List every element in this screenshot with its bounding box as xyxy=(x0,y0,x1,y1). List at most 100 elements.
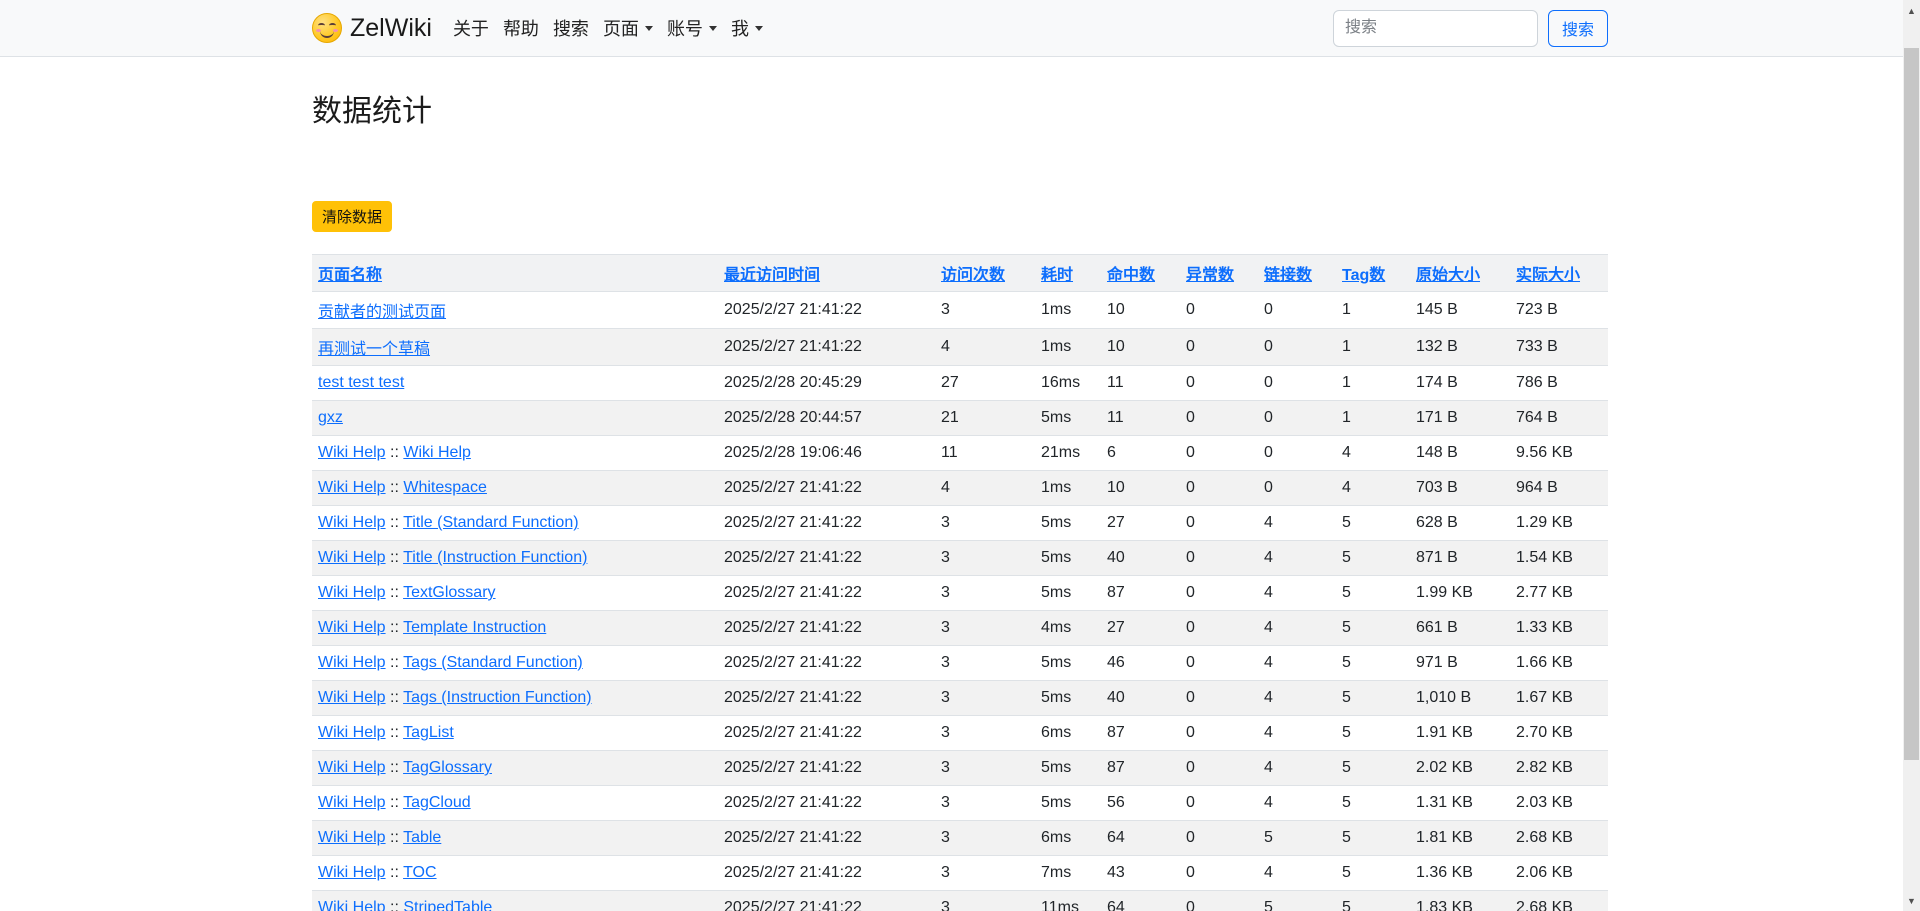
nav-item-4[interactable]: 账号 xyxy=(660,7,724,49)
navbar-links: 关于帮助搜索页面账号我 xyxy=(446,7,770,49)
stat-cell: 3 xyxy=(935,891,1035,911)
stat-cell: 628 B xyxy=(1410,506,1510,541)
page-link[interactable]: Whitespace xyxy=(403,479,487,496)
stat-cell: 10 xyxy=(1101,292,1180,329)
page-link[interactable]: TagCloud xyxy=(403,794,471,811)
page-link[interactable]: gxz xyxy=(318,409,343,426)
nav-item-0[interactable]: 关于 xyxy=(446,7,496,49)
stat-cell: 87 xyxy=(1101,576,1180,611)
statistics-table: 页面名称 最近访问时间 访问次数 耗时 命中数 异常数 链接数 Tag数 原始大小 实际大小 贡献… xyxy=(312,254,1608,911)
page-link[interactable]: Wiki Help xyxy=(318,654,386,671)
page-link[interactable]: Wiki Help xyxy=(318,899,386,911)
column-header-3: 耗时 xyxy=(1035,255,1101,292)
page-link[interactable]: TOC xyxy=(403,864,436,881)
page-link[interactable]: Wiki Help xyxy=(318,444,386,461)
stat-cell: 3 xyxy=(935,716,1035,751)
column-header-2: 访问次数 xyxy=(935,255,1035,292)
stat-cell: 4 xyxy=(935,471,1035,506)
stat-cell: 764 B xyxy=(1510,401,1608,436)
page-link[interactable]: Wiki Help xyxy=(318,829,386,846)
stat-cell: 5 xyxy=(1258,891,1336,911)
sort-link[interactable]: Tag数 xyxy=(1342,267,1385,284)
table-row: Wiki Help :: Whitespace2025/2/27 21:41:2… xyxy=(312,471,1608,506)
page-link[interactable]: Wiki Help xyxy=(318,619,386,636)
nav-item-5[interactable]: 我 xyxy=(724,7,770,49)
brand[interactable]: ZelWiki xyxy=(312,13,432,43)
page-link[interactable]: Template Instruction xyxy=(403,619,546,636)
navbar-search-form: 搜索 xyxy=(1333,10,1608,47)
sort-link[interactable]: 页面名称 xyxy=(318,267,382,284)
stat-cell: 3 xyxy=(935,541,1035,576)
stat-cell: 11 xyxy=(1101,401,1180,436)
page-link[interactable]: Wiki Help xyxy=(318,584,386,601)
page-link[interactable]: Wiki Help xyxy=(318,794,386,811)
page-link[interactable]: Wiki Help xyxy=(318,549,386,566)
page-link[interactable]: Title (Instruction Function) xyxy=(403,549,587,566)
page-link[interactable]: TagGlossary xyxy=(403,759,492,776)
page-link[interactable]: StripedTable xyxy=(403,899,492,911)
stat-cell: 3 xyxy=(935,576,1035,611)
stat-cell: 3 xyxy=(935,751,1035,786)
page-link[interactable]: Wiki Help xyxy=(318,514,386,531)
table-row: Wiki Help :: Tags (Standard Function)202… xyxy=(312,646,1608,681)
stat-cell: 2.68 KB xyxy=(1510,821,1608,856)
page-name-cell: 贡献者的测试页面 xyxy=(312,292,718,329)
page-link[interactable]: Wiki Help xyxy=(318,724,386,741)
stat-cell: 132 B xyxy=(1410,329,1510,366)
page-link[interactable]: TagList xyxy=(403,724,454,741)
nav-item-3[interactable]: 页面 xyxy=(596,7,660,49)
page-link[interactable]: Wiki Help xyxy=(403,444,471,461)
scroll-up-icon[interactable]: ▲ xyxy=(1903,2,1920,19)
scrollbar-thumb[interactable] xyxy=(1904,48,1919,760)
name-separator: :: xyxy=(386,549,404,566)
name-separator: :: xyxy=(386,794,404,811)
page-link[interactable]: Wiki Help xyxy=(318,759,386,776)
sort-link[interactable]: 最近访问时间 xyxy=(724,267,820,284)
search-button[interactable]: 搜索 xyxy=(1548,10,1608,47)
sort-link[interactable]: 命中数 xyxy=(1107,267,1155,284)
name-separator: :: xyxy=(386,584,404,601)
page-link[interactable]: Wiki Help xyxy=(318,479,386,496)
stat-cell: 1 xyxy=(1336,292,1410,329)
sort-link[interactable]: 链接数 xyxy=(1264,267,1312,284)
page-link[interactable]: Table xyxy=(403,829,441,846)
sort-link[interactable]: 异常数 xyxy=(1186,267,1234,284)
page-link[interactable]: Wiki Help xyxy=(318,864,386,881)
page-name-cell: gxz xyxy=(312,401,718,436)
page-link[interactable]: Tags (Standard Function) xyxy=(403,654,583,671)
sort-link[interactable]: 实际大小 xyxy=(1516,267,1580,284)
stat-cell: 6 xyxy=(1101,436,1180,471)
vertical-scrollbar[interactable]: ▲ ▼ xyxy=(1903,0,1920,911)
stat-cell: 4 xyxy=(1258,541,1336,576)
stat-cell: 5 xyxy=(1336,891,1410,911)
page-link[interactable]: test test test xyxy=(318,374,404,391)
page-link[interactable]: Title (Standard Function) xyxy=(403,514,578,531)
stat-cell: 3 xyxy=(935,786,1035,821)
nav-item-2[interactable]: 搜索 xyxy=(546,7,596,49)
stat-cell: 174 B xyxy=(1410,366,1510,401)
search-input[interactable] xyxy=(1333,10,1538,47)
stat-cell: 964 B xyxy=(1510,471,1608,506)
stat-cell: 2025/2/27 21:41:22 xyxy=(718,786,935,821)
nav-item-1[interactable]: 帮助 xyxy=(496,7,546,49)
stat-cell: 0 xyxy=(1180,471,1258,506)
scroll-down-icon[interactable]: ▼ xyxy=(1903,892,1920,909)
name-separator: :: xyxy=(386,654,404,671)
page-link[interactable]: TextGlossary xyxy=(403,584,495,601)
stat-cell: 6ms xyxy=(1035,716,1101,751)
sort-link[interactable]: 访问次数 xyxy=(941,267,1005,284)
stat-cell: 2025/2/27 21:41:22 xyxy=(718,506,935,541)
sort-link[interactable]: 原始大小 xyxy=(1416,267,1480,284)
page-name-cell: Wiki Help :: Tags (Instruction Function) xyxy=(312,681,718,716)
clear-data-button[interactable]: 清除数据 xyxy=(312,201,392,232)
stat-cell: 87 xyxy=(1101,751,1180,786)
sort-link[interactable]: 耗时 xyxy=(1041,267,1073,284)
page-link[interactable]: Tags (Instruction Function) xyxy=(403,689,592,706)
page-link[interactable]: 再测试一个草稿 xyxy=(318,341,430,358)
page-link[interactable]: Wiki Help xyxy=(318,689,386,706)
stat-cell: 11 xyxy=(1101,366,1180,401)
stat-cell: 5ms xyxy=(1035,541,1101,576)
column-header-5: 异常数 xyxy=(1180,255,1258,292)
stat-cell: 27 xyxy=(1101,506,1180,541)
page-link[interactable]: 贡献者的测试页面 xyxy=(318,304,446,321)
